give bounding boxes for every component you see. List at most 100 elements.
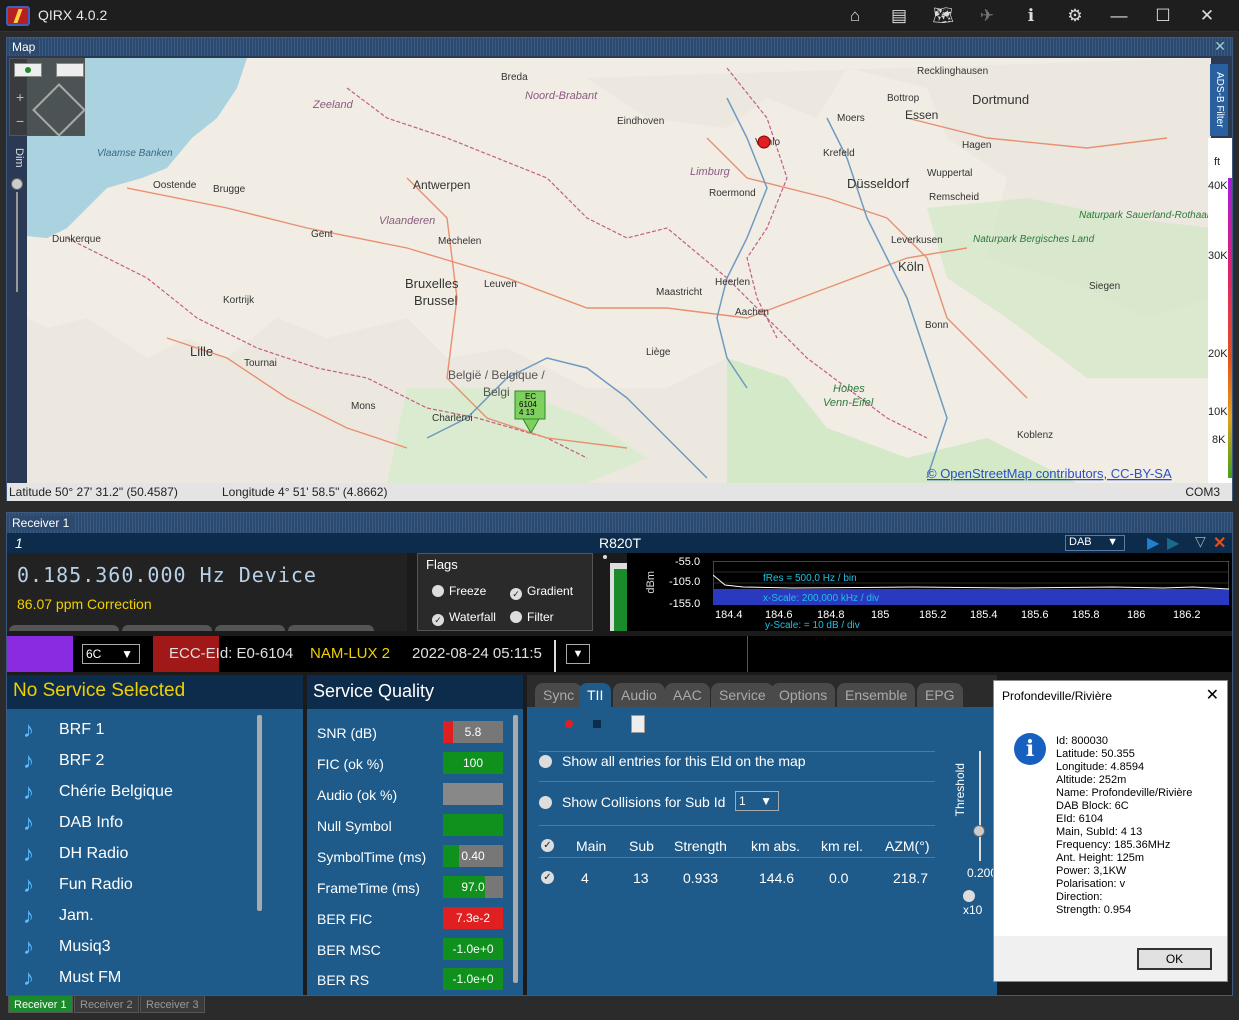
info-icon[interactable]: ℹ [1018, 4, 1044, 28]
sub-id-select[interactable]: 1 ▼ [735, 791, 779, 811]
map-place: Dunkerque [52, 234, 101, 245]
minimize-icon[interactable]: — [1106, 4, 1132, 28]
service-item[interactable]: ♪ Fun Radio [17, 870, 267, 900]
latitude-readout: Latitude 50° 27' 31.2" (50.4587) [9, 485, 178, 499]
freeze-checkbox[interactable]: Freeze [432, 584, 486, 598]
map-view[interactable]: Breda Noord-Brabant Zeeland Eindhoven Re… [27, 58, 1211, 483]
map-place: Eindhoven [617, 116, 664, 127]
tii-col-main: Main [576, 838, 607, 854]
service-quality-panel: Service Quality SNR (dB) 5.8 FIC (ok %) 10… [307, 675, 523, 995]
service-item[interactable]: ♪ Musiq3 [17, 932, 267, 962]
show-all-option[interactable]: Show all entries for this EId on the map [539, 753, 806, 769]
service-item[interactable]: ♪ Jam. [17, 901, 267, 931]
map-close-icon[interactable]: ✕ [1214, 38, 1226, 55]
service-list-scrollbar[interactable] [257, 715, 262, 911]
gear-icon[interactable]: ⚙ [1062, 4, 1088, 28]
map-panel: Map ✕ Breda Noord-Brabant Zeeland Eindho… [6, 37, 1233, 501]
tab-epg[interactable]: EPG [917, 683, 963, 707]
quality-row-audio: Audio (ok %) [315, 781, 503, 809]
satellite-icon[interactable]: ✈ [974, 4, 1000, 28]
dim-slider-thumb[interactable] [11, 178, 23, 190]
maximize-icon[interactable]: ☐ [1150, 4, 1176, 28]
music-note-icon: ♪ [23, 748, 34, 773]
bottom-tab-receiver-1[interactable]: Receiver 1 [8, 995, 73, 1013]
map-mode-toggle[interactable] [14, 63, 42, 77]
venlo-marker[interactable] [757, 135, 771, 149]
map-place: Mechelen [438, 236, 481, 247]
zoom-in-icon[interactable]: + [16, 89, 24, 105]
layout-icon[interactable]: ▤ [886, 4, 912, 28]
spectrum-display[interactable]: dBm -55.0 -105.0 -155.0 fRes = 500,0 Hz … [627, 553, 1232, 631]
map-place: Belgi [483, 385, 510, 399]
tab-aac[interactable]: AAC [665, 683, 710, 707]
service-item[interactable]: ♪ Chérie Belgique [17, 777, 267, 807]
longitude-readout: Longitude 4° 51' 58.5" (4.8662) [222, 485, 388, 499]
close-icon[interactable]: ✕ [1194, 4, 1220, 28]
yscale-label: y-Scale: = 10 dB / div [765, 620, 860, 631]
map-place: Vlaamse Banken [97, 148, 173, 159]
frequency-box: 0.185.360.000 Hz Device 86.07 ppm Correc… [7, 553, 407, 631]
ensemble-datetime: 2022-08-24 05:11:5 [412, 645, 542, 662]
map-place: Breda [501, 72, 528, 83]
quality-row-snr: SNR (dB) 5.8 [315, 719, 503, 747]
x-tick: 186.2 [1173, 609, 1201, 621]
x10-checkbox[interactable]: x10 [963, 889, 997, 917]
threshold-slider-thumb[interactable] [973, 825, 985, 837]
map-place: Leuven [484, 279, 517, 290]
bottom-tab-receiver-2[interactable]: Receiver 2 [74, 995, 139, 1013]
y-tick: -55.0 [675, 556, 701, 568]
color-swatch [7, 636, 73, 672]
dialog-close-icon[interactable]: ✕ [1206, 685, 1219, 705]
filter-checkbox[interactable]: Filter [510, 610, 554, 624]
channel-select[interactable]: 6C ▼ [82, 644, 140, 664]
osm-attribution-link[interactable]: © OpenStreetMap contributors, CC-BY-SA [927, 466, 1172, 481]
adsb-filter-button[interactable]: ADS-B Filter [1210, 64, 1228, 136]
dim-slider[interactable]: Dim [11, 148, 25, 308]
ppm-correction[interactable]: 86.07 ppm Correction [17, 596, 152, 612]
altitude-unit: ft [1214, 156, 1221, 168]
service-item[interactable]: ♪ BRF 1 [17, 715, 267, 745]
tii-row-checkbox[interactable]: ✓ [541, 871, 554, 884]
dialog-title: Profondeville/Rivière [1002, 689, 1113, 703]
collapse-icon[interactable]: ▽ [1195, 533, 1206, 550]
service-item[interactable]: ♪ DAB Info [17, 808, 267, 838]
service-item[interactable]: ♪ BRF 2 [17, 746, 267, 776]
pan-control-icon[interactable] [32, 83, 86, 137]
map-place: Vlaanderen [379, 215, 435, 227]
select-all-checkbox[interactable]: ✓ [541, 839, 554, 852]
threshold-slider[interactable] [979, 751, 981, 861]
gradient-checkbox[interactable]: ✓ Gradient [510, 584, 573, 600]
receiver-close-icon[interactable]: ✕ [1213, 533, 1226, 553]
ensemble-dropdown[interactable]: ▼ [566, 644, 590, 664]
tab-audio[interactable]: Audio [613, 683, 665, 707]
show-collisions-option[interactable]: Show Collisions for Sub Id [539, 794, 725, 810]
frequency-display[interactable]: 0.185.360.000 Hz Device [17, 563, 317, 587]
waterfall-checkbox[interactable]: ✓ Waterfall [432, 610, 496, 626]
tab-ensemble[interactable]: Ensemble [837, 683, 916, 707]
mode-select[interactable]: DAB ▼ [1065, 535, 1125, 551]
service-item[interactable]: ♪ DH Radio [17, 839, 267, 869]
tab-service[interactable]: Service [711, 683, 774, 707]
tab-tii[interactable]: TII [579, 683, 612, 707]
play-next-icon[interactable]: ▶ [1167, 533, 1179, 553]
quality-scrollbar[interactable] [513, 715, 518, 983]
ok-button[interactable]: OK [1137, 948, 1212, 970]
tii-col-km-abs: km abs. [751, 838, 801, 854]
stop-icon[interactable] [593, 720, 601, 728]
tab-sync[interactable]: Sync [535, 683, 583, 707]
play-icon[interactable]: ▶ [1147, 533, 1159, 553]
bottom-tab-receiver-3[interactable]: Receiver 3 [140, 995, 205, 1013]
map-place: Antwerpen [413, 178, 470, 192]
map-controls: + − [9, 58, 86, 137]
map-layer-toggle[interactable] [56, 63, 84, 77]
home-icon[interactable]: ⌂ [842, 4, 868, 28]
map-header: Map ✕ [7, 38, 1232, 56]
service-item[interactable]: ♪ Must FM [17, 963, 267, 993]
document-icon[interactable] [631, 715, 645, 733]
map-place: Bonn [925, 320, 948, 331]
map-icon[interactable]: 🗺 [930, 4, 956, 28]
record-icon[interactable] [565, 720, 573, 728]
tii-cell: 13 [633, 870, 649, 886]
zoom-out-icon[interactable]: − [16, 113, 24, 129]
tab-options[interactable]: Options [771, 683, 836, 707]
